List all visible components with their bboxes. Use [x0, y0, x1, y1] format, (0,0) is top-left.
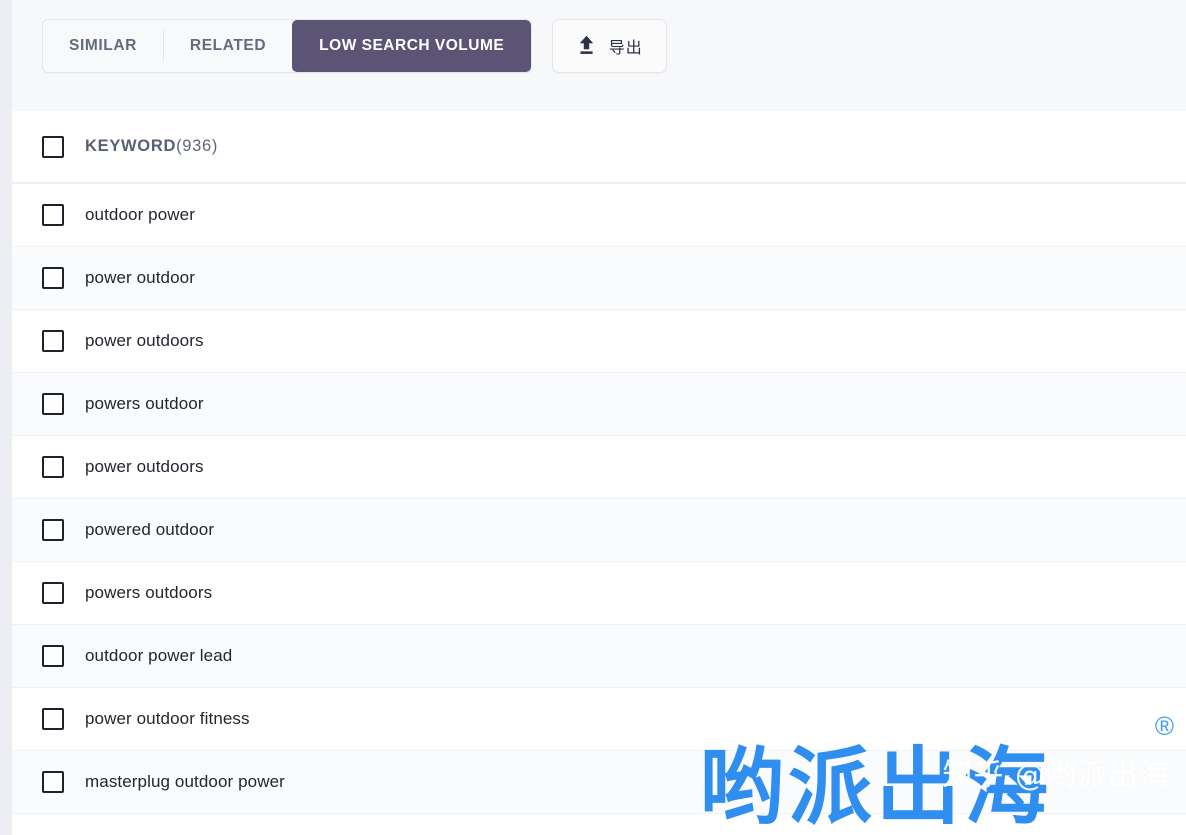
keyword-list-panel: KEYWORD(936) outdoor power power outdoor…: [12, 111, 1186, 835]
table-row[interactable]: power outdoor: [12, 247, 1186, 310]
row-checkbox[interactable]: [42, 393, 64, 415]
table-row[interactable]: power outdoors: [12, 436, 1186, 499]
keyword-column-header: KEYWORD(936): [85, 137, 218, 156]
select-all-checkbox[interactable]: [42, 135, 64, 158]
keyword-text: power outdoor fitness: [85, 709, 250, 728]
row-checkbox[interactable]: [42, 771, 64, 793]
keyword-text: power outdoor: [85, 268, 195, 287]
export-button[interactable]: 导出: [552, 19, 668, 73]
toolbar-zone: SIMILAR RELATED LOW SEARCH VOLUME 导出: [12, 0, 1186, 111]
keyword-text: powers outdoor: [85, 394, 204, 413]
export-button-label: 导出: [608, 40, 643, 57]
keyword-count: (936): [176, 137, 219, 155]
keyword-rows: outdoor power power outdoor power outdoo…: [12, 184, 1186, 814]
table-row[interactable]: masterplug outdoor power: [12, 751, 1186, 814]
keyword-text: masterplug outdoor power: [85, 772, 285, 791]
keyword-text: power outdoors: [85, 457, 204, 476]
upload-icon: [577, 35, 596, 58]
toolbar: SIMILAR RELATED LOW SEARCH VOLUME 导出: [42, 19, 668, 73]
row-checkbox[interactable]: [42, 204, 64, 226]
keyword-list-header: KEYWORD(936): [12, 111, 1186, 184]
row-checkbox[interactable]: [42, 645, 64, 667]
tab-low-search-volume[interactable]: LOW SEARCH VOLUME: [292, 20, 532, 72]
table-row[interactable]: power outdoors: [12, 310, 1186, 373]
row-checkbox[interactable]: [42, 708, 64, 730]
row-checkbox[interactable]: [42, 456, 64, 478]
table-row[interactable]: powers outdoors: [12, 562, 1186, 625]
row-checkbox[interactable]: [42, 519, 64, 541]
table-row[interactable]: outdoor power: [12, 184, 1186, 247]
row-checkbox[interactable]: [42, 582, 64, 604]
tab-related[interactable]: RELATED: [164, 20, 292, 72]
table-row[interactable]: outdoor power lead: [12, 625, 1186, 688]
keyword-column-header-label: KEYWORD: [85, 137, 177, 155]
table-row[interactable]: power outdoor fitness: [12, 688, 1186, 751]
row-checkbox[interactable]: [42, 330, 64, 352]
view-mode-segmented-control[interactable]: SIMILAR RELATED LOW SEARCH VOLUME: [42, 19, 533, 73]
keyword-text: powered outdoor: [85, 520, 215, 539]
row-checkbox[interactable]: [42, 267, 64, 289]
keyword-text: outdoor power lead: [85, 646, 233, 665]
table-row[interactable]: powers outdoor: [12, 373, 1186, 436]
tab-similar[interactable]: SIMILAR: [43, 20, 163, 72]
keyword-text: powers outdoors: [85, 583, 213, 602]
table-row[interactable]: powered outdoor: [12, 499, 1186, 562]
keyword-text: power outdoors: [85, 331, 204, 350]
keyword-text: outdoor power: [85, 205, 195, 224]
